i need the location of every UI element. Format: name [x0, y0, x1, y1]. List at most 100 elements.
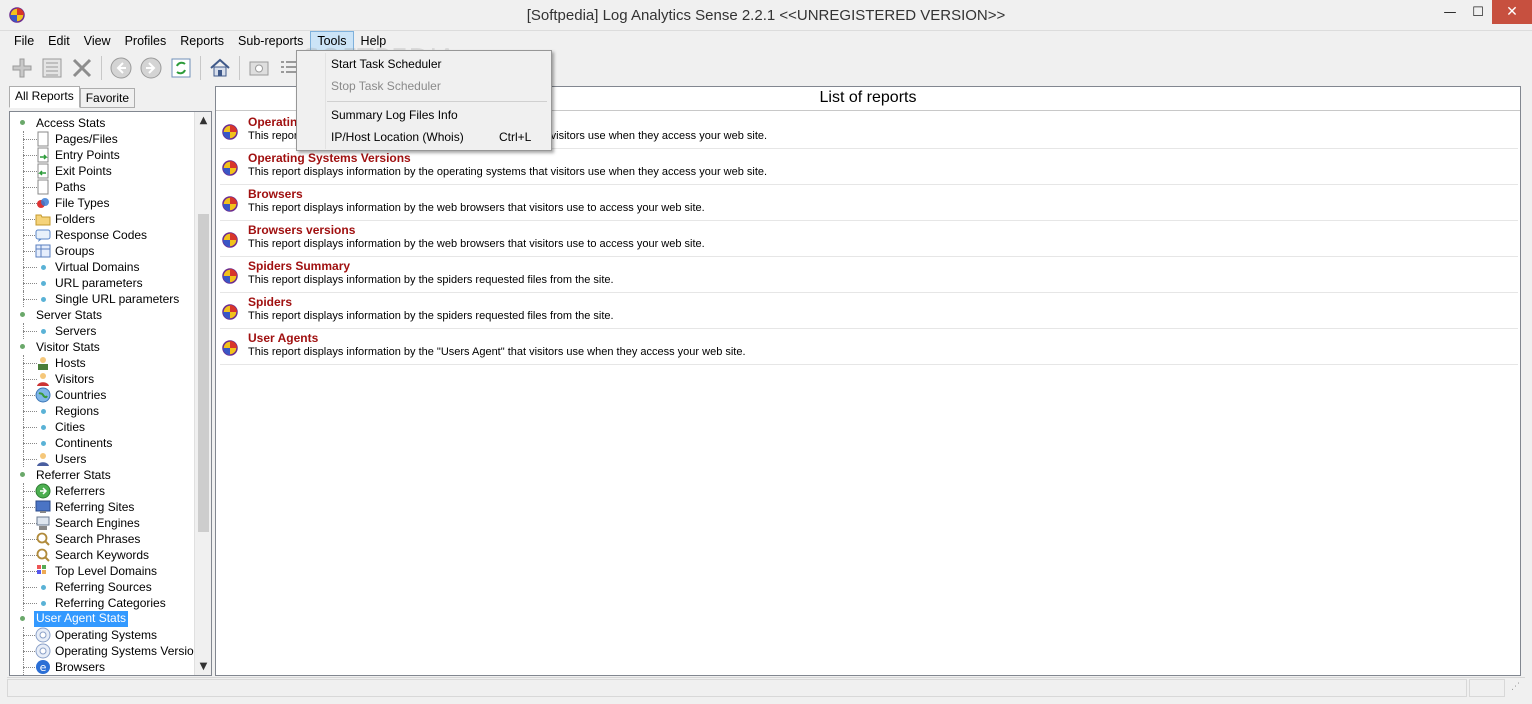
tree-item-continents[interactable]: Continents — [10, 435, 193, 451]
tree-scrollbar[interactable]: ▲ ▼ — [194, 112, 211, 675]
refresh-button[interactable] — [166, 54, 196, 82]
tree-bullet-icon — [41, 297, 46, 302]
tree-item-single-url-parameters[interactable]: Single URL parameters — [10, 291, 193, 307]
tree-item-server-stats[interactable]: Server Stats — [10, 307, 193, 323]
list-button[interactable] — [37, 54, 67, 82]
tree-item-label: Groups — [55, 244, 95, 258]
forward-button[interactable] — [136, 54, 166, 82]
tree-item-cities[interactable]: Cities — [10, 419, 193, 435]
tree-item-paths[interactable]: Paths — [10, 179, 193, 195]
report-title[interactable]: Spiders Summary — [248, 259, 350, 273]
tree-item-file-types[interactable]: File Types — [10, 195, 193, 211]
menu-item-start-task-scheduler[interactable]: Start Task Scheduler — [299, 53, 549, 75]
back-button[interactable] — [106, 54, 136, 82]
tree-item-folders[interactable]: Folders — [10, 211, 193, 227]
report-item-spiders-summary[interactable]: Spiders Summary This report displays info… — [220, 257, 1518, 293]
close-button[interactable]: ✕ — [1492, 0, 1532, 24]
tree-item-countries[interactable]: Countries — [10, 387, 193, 403]
report-title[interactable]: User Agents — [248, 331, 318, 345]
tree-item-referring-categories[interactable]: Referring Categories — [10, 595, 193, 611]
tree-item-regions[interactable]: Regions — [10, 403, 193, 419]
tree-item-operating-systems[interactable]: Operating Systems — [10, 627, 193, 643]
report-icon — [222, 232, 238, 248]
tree-item-visitors[interactable]: Visitors — [10, 371, 193, 387]
tree-item-virtual-domains[interactable]: Virtual Domains — [10, 259, 193, 275]
tree-item-search-keywords[interactable]: Search Keywords — [10, 547, 193, 563]
report-description: This report displays information by the … — [248, 274, 614, 286]
tab-favorite[interactable]: Favorite — [79, 88, 136, 108]
menu-item-summary-log-files-info[interactable]: Summary Log Files Info — [299, 104, 549, 126]
status-bar: ⋰ — [7, 677, 1525, 697]
menu-view[interactable]: View — [77, 31, 118, 51]
tree-items: Access Stats Pages/Files Entry Points Exit … — [10, 115, 206, 675]
tree-item-label: Top Level Domains — [55, 564, 158, 578]
tree-item-pages-files[interactable]: Pages/Files — [10, 131, 193, 147]
tree-item-search-engines[interactable]: Search Engines — [10, 515, 193, 531]
menu-edit[interactable]: Edit — [41, 31, 77, 51]
user-icon — [37, 453, 49, 466]
tree-item-search-phrases[interactable]: Search Phrases — [10, 531, 193, 547]
tree-item-entry-points[interactable]: Entry Points — [10, 147, 193, 163]
report-title[interactable]: Browsers versions — [248, 223, 355, 237]
tree-item-referring-sources[interactable]: Referring Sources — [10, 579, 193, 595]
tree-item-url-parameters[interactable]: URL parameters — [10, 275, 193, 291]
tree-item-visitor-stats[interactable]: Visitor Stats — [10, 339, 193, 355]
scroll-down-icon[interactable]: ▼ — [195, 658, 211, 675]
tree-item-label: Exit Points — [55, 164, 112, 178]
report-item-browsers[interactable]: Browsers This report displays information… — [220, 185, 1518, 221]
tree-item-servers[interactable]: Servers — [10, 323, 193, 339]
report-title[interactable]: Browsers — [248, 187, 303, 201]
tree-item-exit-points[interactable]: Exit Points — [10, 163, 193, 179]
add-button[interactable] — [7, 54, 37, 82]
magnifier-icon — [36, 532, 50, 546]
menu-file[interactable]: File — [7, 31, 41, 51]
tree-item-referring-sites[interactable]: Referring Sites — [10, 499, 193, 515]
menu-item-ip-host-location[interactable]: IP/Host Location (Whois) Ctrl+L — [299, 126, 549, 148]
scroll-thumb[interactable] — [198, 214, 209, 532]
browser-icon: e — [36, 660, 50, 674]
tree-item-users[interactable]: Users — [10, 451, 193, 467]
tree-item-operating-systems-versions[interactable]: Operating Systems Versions — [10, 643, 206, 659]
tree-item-label: URL parameters — [55, 276, 143, 290]
left-tabs: All Reports Favorite — [9, 86, 136, 108]
tree-item-response-codes[interactable]: Response Codes — [10, 227, 193, 243]
tree-item-user-agent-stats[interactable]: User Agent Stats — [10, 611, 193, 627]
report-icon — [222, 340, 238, 356]
report-item-user-agents[interactable]: User Agents This report displays informat… — [220, 329, 1518, 365]
maximize-button[interactable]: ☐ — [1464, 0, 1492, 24]
home-button[interactable] — [205, 54, 235, 82]
tree-item-label: Single URL parameters — [55, 292, 180, 306]
report-title[interactable]: Spiders — [248, 295, 292, 309]
resize-grip-icon[interactable]: ⋰ — [1511, 682, 1525, 696]
scroll-up-icon[interactable]: ▲ — [195, 112, 211, 129]
tld-icon — [37, 565, 46, 574]
tab-all-reports[interactable]: All Reports — [9, 86, 80, 108]
tree-item-label: Entry Points — [55, 148, 120, 162]
referrers-icon — [35, 483, 51, 499]
report-tree[interactable]: Access Stats Pages/Files Entry Points Exit … — [9, 111, 212, 676]
home-icon — [210, 58, 230, 77]
tree-line — [23, 587, 37, 588]
tree-item-access-stats[interactable]: Access Stats — [10, 115, 193, 131]
tree-item-label: Referrers — [55, 484, 106, 498]
tree-item-referrer-stats[interactable]: Referrer Stats — [10, 467, 193, 483]
tree-item-browsers[interactable]: e Browsers — [10, 659, 193, 675]
delete-button[interactable] — [67, 54, 97, 82]
hosts-icon — [38, 357, 48, 370]
tree-item-groups[interactable]: Groups — [10, 243, 193, 259]
menu-reports[interactable]: Reports — [173, 31, 231, 51]
report-title[interactable]: Operating Systems Versions — [248, 151, 411, 165]
tree-item-referrers[interactable]: Referrers — [10, 483, 193, 499]
report-item-spiders[interactable]: Spiders This report displays information … — [220, 293, 1518, 329]
tree-item-top-level-domains[interactable]: Top Level Domains — [10, 563, 193, 579]
window-title: [Softpedia] Log Analytics Sense 2.2.1 <<… — [526, 7, 1006, 24]
snapshot-button[interactable] — [244, 54, 274, 82]
report-item-operating-systems-versions[interactable]: Operating Systems Versions This report di… — [220, 149, 1518, 185]
menu-sub-reports[interactable]: Sub-reports — [231, 31, 310, 51]
tree-bullet-icon — [20, 344, 25, 349]
tree-item-hosts[interactable]: Hosts — [10, 355, 193, 371]
minimize-button[interactable]: — — [1436, 0, 1464, 24]
report-item-browsers-versions[interactable]: Browsers versions This report displays in… — [220, 221, 1518, 257]
menu-profiles[interactable]: Profiles — [118, 31, 174, 51]
os-icon — [35, 627, 51, 643]
